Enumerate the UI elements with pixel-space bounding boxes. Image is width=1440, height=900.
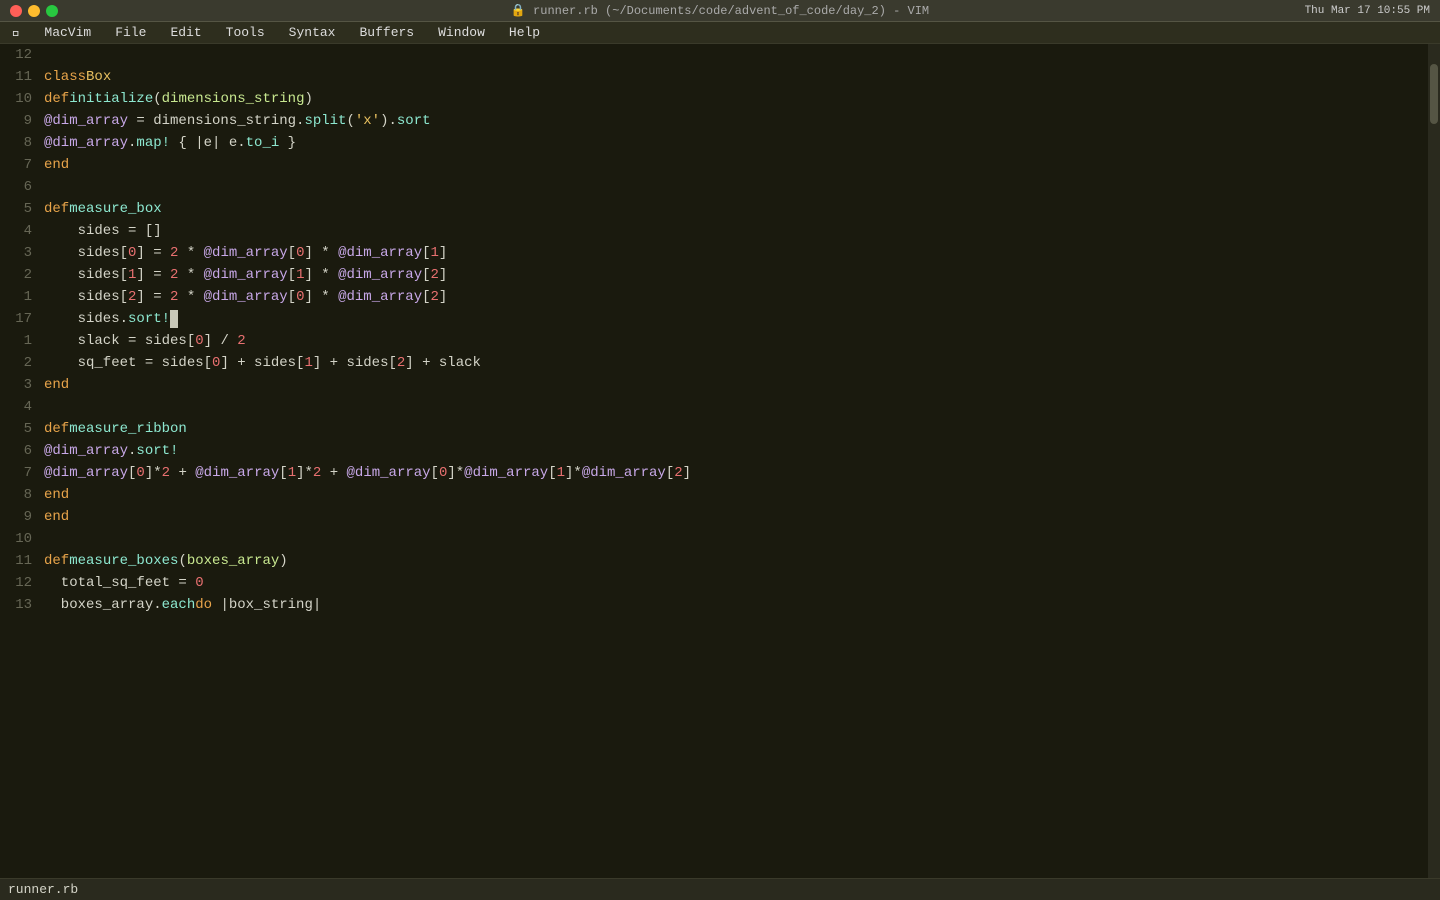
code-line: sides.sort!	[44, 308, 1428, 330]
line-number: 1	[0, 330, 32, 352]
line-numbers: 1211109876543211712345678910111213	[0, 44, 40, 878]
close-button[interactable]	[10, 5, 22, 17]
time-display: Thu Mar 17 10:55 PM	[1305, 5, 1430, 17]
code-line: end	[44, 484, 1428, 506]
code-line	[44, 396, 1428, 418]
line-number: 8	[0, 484, 32, 506]
code-line: @dim_array.sort!	[44, 440, 1428, 462]
line-number: 12	[0, 572, 32, 594]
code-line: @dim_array[0]*2 + @dim_array[1]*2 + @dim…	[44, 462, 1428, 484]
line-number: 6	[0, 440, 32, 462]
code-line: sides[1] = 2 * @dim_array[1] * @dim_arra…	[44, 264, 1428, 286]
line-number: 4	[0, 220, 32, 242]
code-line: def measure_box	[44, 198, 1428, 220]
status-bar: runner.rb	[0, 878, 1440, 900]
code-line: class Box	[44, 66, 1428, 88]
tools-menu[interactable]: Tools	[222, 25, 269, 40]
menu-bar:  MacVim File Edit Tools Syntax Buffers …	[0, 22, 1440, 44]
apple-menu[interactable]: 	[8, 25, 24, 41]
line-number: 5	[0, 198, 32, 220]
code-editor[interactable]: class Box def initialize(dimensions_stri…	[40, 44, 1428, 878]
code-line: boxes_array.each do |box_string|	[44, 594, 1428, 616]
status-filename: runner.rb	[8, 882, 78, 897]
code-line: def measure_ribbon	[44, 418, 1428, 440]
code-line: sides[2] = 2 * @dim_array[0] * @dim_arra…	[44, 286, 1428, 308]
line-number: 6	[0, 176, 32, 198]
code-line: total_sq_feet = 0	[44, 572, 1428, 594]
scrollbar[interactable]	[1428, 44, 1440, 878]
help-menu[interactable]: Help	[505, 25, 544, 40]
line-number: 17	[0, 308, 32, 330]
line-number: 9	[0, 110, 32, 132]
line-number: 2	[0, 352, 32, 374]
line-number: 7	[0, 462, 32, 484]
code-line: end	[44, 374, 1428, 396]
code-line: end	[44, 506, 1428, 528]
line-number: 13	[0, 594, 32, 616]
line-number: 11	[0, 66, 32, 88]
line-number: 8	[0, 132, 32, 154]
line-number: 10	[0, 88, 32, 110]
window-title: 🔒 runner.rb (~/Documents/code/advent_of_…	[511, 3, 929, 18]
code-line: def measure_boxes(boxes_array)	[44, 550, 1428, 572]
line-number: 10	[0, 528, 32, 550]
buffers-menu[interactable]: Buffers	[355, 25, 418, 40]
maximize-button[interactable]	[46, 5, 58, 17]
code-line: sides[0] = 2 * @dim_array[0] * @dim_arra…	[44, 242, 1428, 264]
code-line: sides = []	[44, 220, 1428, 242]
code-line	[44, 528, 1428, 550]
code-line	[44, 176, 1428, 198]
window-menu[interactable]: Window	[434, 25, 489, 40]
traffic-lights[interactable]	[10, 5, 58, 17]
scrollbar-thumb[interactable]	[1430, 64, 1438, 124]
titlebar: 🔒 runner.rb (~/Documents/code/advent_of_…	[0, 0, 1440, 22]
line-number: 12	[0, 44, 32, 66]
code-line: end	[44, 154, 1428, 176]
line-number: 5	[0, 418, 32, 440]
line-number: 9	[0, 506, 32, 528]
code-line: @dim_array.map! { |e| e.to_i }	[44, 132, 1428, 154]
code-line: def initialize(dimensions_string)	[44, 88, 1428, 110]
line-number: 3	[0, 374, 32, 396]
code-line: sq_feet = sides[0] + sides[1] + sides[2]…	[44, 352, 1428, 374]
macvim-menu[interactable]: MacVim	[40, 25, 95, 40]
line-number: 3	[0, 242, 32, 264]
code-line: slack = sides[0] / 2	[44, 330, 1428, 352]
line-number: 11	[0, 550, 32, 572]
syntax-menu[interactable]: Syntax	[285, 25, 340, 40]
code-line	[44, 44, 1428, 66]
line-number: 1	[0, 286, 32, 308]
line-number: 4	[0, 396, 32, 418]
minimize-button[interactable]	[28, 5, 40, 17]
code-line: @dim_array = dimensions_string.split('x'…	[44, 110, 1428, 132]
editor-area: 1211109876543211712345678910111213 class…	[0, 44, 1440, 878]
line-number: 7	[0, 154, 32, 176]
edit-menu[interactable]: Edit	[166, 25, 205, 40]
file-menu[interactable]: File	[111, 25, 150, 40]
system-info: Thu Mar 17 10:55 PM	[1305, 5, 1430, 17]
line-number: 2	[0, 264, 32, 286]
